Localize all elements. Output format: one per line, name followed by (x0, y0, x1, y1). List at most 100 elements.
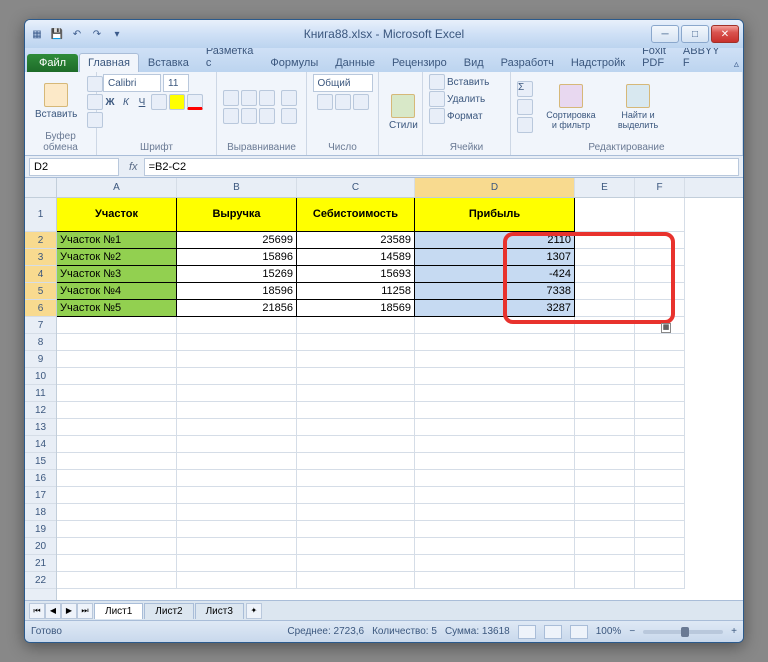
cell[interactable] (415, 470, 575, 487)
fill-color-icon[interactable] (169, 94, 185, 110)
zoom-level[interactable]: 100% (596, 626, 622, 637)
cell[interactable] (635, 266, 685, 283)
tab-review[interactable]: Рецензиро (384, 54, 455, 72)
delete-cells-icon[interactable] (429, 91, 445, 107)
cell[interactable] (297, 317, 415, 334)
font-color-icon[interactable] (187, 94, 203, 110)
cell[interactable]: Участок №3 (57, 266, 177, 283)
row-header[interactable]: 15 (25, 453, 56, 470)
row-header[interactable]: 12 (25, 402, 56, 419)
cell[interactable] (415, 402, 575, 419)
redo-icon[interactable]: ↷ (89, 26, 105, 42)
cell[interactable] (415, 504, 575, 521)
cell[interactable] (635, 538, 685, 555)
cell[interactable] (575, 232, 635, 249)
font-name-combo[interactable]: Calibri (103, 74, 161, 92)
cell[interactable] (297, 402, 415, 419)
cell[interactable] (635, 232, 685, 249)
view-normal-icon[interactable] (518, 625, 536, 639)
cell[interactable] (635, 555, 685, 572)
cell[interactable] (575, 334, 635, 351)
row-header[interactable]: 9 (25, 351, 56, 368)
cell[interactable] (575, 402, 635, 419)
cell[interactable] (57, 453, 177, 470)
cell[interactable]: -424 (415, 266, 575, 283)
cell[interactable] (635, 368, 685, 385)
cell[interactable] (57, 487, 177, 504)
cell[interactable] (415, 521, 575, 538)
tab-nav-first-icon[interactable]: ⏮ (29, 603, 45, 619)
cell[interactable] (415, 368, 575, 385)
border-icon[interactable] (151, 94, 167, 110)
italic-button[interactable]: К (119, 97, 133, 108)
cell[interactable] (415, 538, 575, 555)
cell[interactable] (635, 334, 685, 351)
cell[interactable]: 2110 (415, 232, 575, 249)
cell[interactable] (635, 402, 685, 419)
col-header[interactable]: A (57, 178, 177, 197)
cell[interactable] (297, 453, 415, 470)
name-box[interactable]: D2 (29, 158, 119, 176)
col-header[interactable]: B (177, 178, 297, 197)
cell[interactable] (177, 487, 297, 504)
worksheet-grid[interactable]: 1 2 3 4 5 6 7 8 9 10 11 12 13 14 15 16 1… (25, 178, 743, 600)
zoom-out-icon[interactable]: − (629, 626, 635, 637)
bold-button[interactable]: Ж (103, 97, 117, 108)
cell[interactable] (575, 419, 635, 436)
fx-icon[interactable]: fx (129, 161, 138, 173)
merge-icon[interactable] (281, 108, 297, 124)
cell[interactable] (57, 402, 177, 419)
cell[interactable]: Участок (57, 198, 177, 232)
align-middle-icon[interactable] (241, 90, 257, 106)
cell[interactable] (177, 436, 297, 453)
cell[interactable] (57, 470, 177, 487)
cell[interactable] (57, 385, 177, 402)
ribbon-minimize-icon[interactable]: ▵ (728, 56, 744, 72)
sheet-tab[interactable]: Лист1 (94, 603, 143, 619)
cell[interactable] (177, 385, 297, 402)
find-select-button[interactable]: Найти и выделить (609, 82, 667, 132)
cell[interactable] (415, 317, 575, 334)
row-header[interactable]: 17 (25, 487, 56, 504)
autofill-options-icon[interactable]: ▦ (661, 323, 671, 333)
row-header[interactable]: 16 (25, 470, 56, 487)
cell[interactable] (297, 555, 415, 572)
cell[interactable] (57, 368, 177, 385)
cell[interactable] (297, 470, 415, 487)
styles-button[interactable]: Стили (385, 92, 422, 133)
view-pagebreak-icon[interactable] (570, 625, 588, 639)
format-cells-icon[interactable] (429, 108, 445, 124)
cell[interactable] (297, 436, 415, 453)
cell[interactable] (635, 198, 685, 232)
tab-nav-last-icon[interactable]: ⏭ (77, 603, 93, 619)
cell[interactable]: Участок №1 (57, 232, 177, 249)
cell[interactable] (635, 572, 685, 589)
cell[interactable] (415, 436, 575, 453)
row-header[interactable]: 20 (25, 538, 56, 555)
row-header[interactable]: 2 (25, 232, 56, 249)
cell[interactable] (177, 572, 297, 589)
cell[interactable] (635, 436, 685, 453)
cell[interactable] (415, 385, 575, 402)
align-bottom-icon[interactable] (259, 90, 275, 106)
cell[interactable] (57, 317, 177, 334)
qat-dropdown-icon[interactable]: ▾ (109, 26, 125, 42)
cell[interactable] (415, 555, 575, 572)
zoom-slider[interactable] (643, 630, 723, 634)
cell[interactable] (575, 351, 635, 368)
select-all-corner[interactable] (25, 178, 56, 198)
minimize-button[interactable]: ─ (651, 25, 679, 43)
comma-icon[interactable] (353, 94, 369, 110)
cell[interactable]: Прибыль (415, 198, 575, 232)
cell[interactable]: 23589 (297, 232, 415, 249)
cell[interactable] (575, 317, 635, 334)
cell[interactable]: 14589 (297, 249, 415, 266)
cell[interactable] (57, 572, 177, 589)
cell[interactable] (635, 385, 685, 402)
cell[interactable] (575, 198, 635, 232)
cell[interactable] (177, 470, 297, 487)
cell[interactable]: Участок №5 (57, 300, 177, 317)
cell[interactable] (177, 334, 297, 351)
cell[interactable] (297, 334, 415, 351)
cell[interactable]: 1307 (415, 249, 575, 266)
